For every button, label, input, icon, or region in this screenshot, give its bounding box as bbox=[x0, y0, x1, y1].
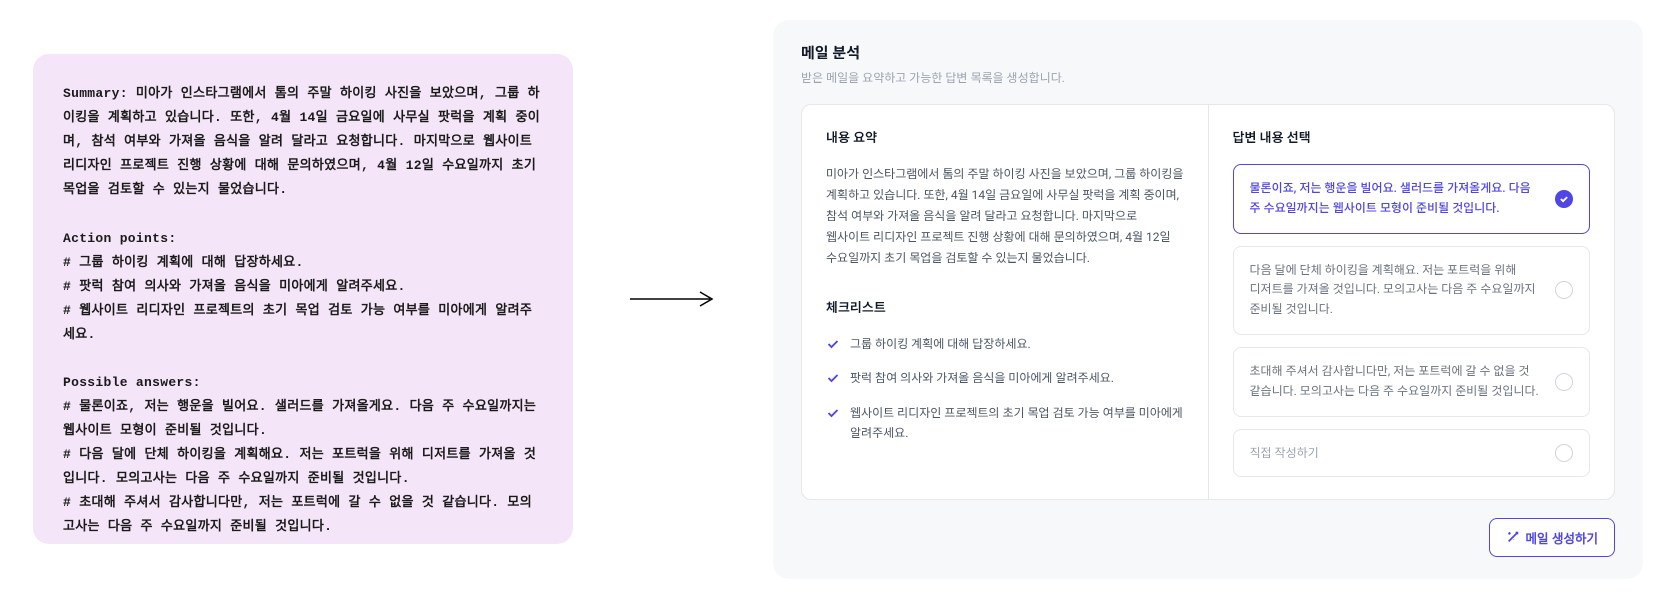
answer-text-1: 다음 달에 단체 하이킹을 계획해요. 저는 포트럭을 위해 디저트를 가져올 … bbox=[1250, 261, 1544, 320]
answer-raw-1: # 다음 달에 단체 하이킹을 계획해요. 저는 포트럭을 위해 디저트를 가져… bbox=[63, 447, 536, 486]
custom-write-label: 직접 작성하기 bbox=[1250, 444, 1319, 461]
answer-raw-2: # 초대해 주셔서 감사합니다만, 저는 포트럭에 갈 수 없을 것 같습니다.… bbox=[63, 495, 532, 534]
check-icon bbox=[826, 337, 840, 351]
generate-button-label: 메일 생성하기 bbox=[1526, 528, 1598, 547]
answer-option-2[interactable]: 초대해 주셔서 감사합니다만, 저는 포트럭에 갈 수 없을 것 같습니다. 모… bbox=[1233, 347, 1591, 417]
panel-title: 메일 분석 bbox=[801, 42, 1615, 63]
checklist-item: 웹사이트 리디자인 프로젝트의 초기 목업 검토 가능 여부를 미아에게 알려주… bbox=[826, 403, 1184, 444]
answers-label: Possible answers: bbox=[63, 375, 201, 390]
checklist-text-0: 그룹 하이킹 계획에 대해 답장하세요. bbox=[850, 334, 1031, 354]
arrow-icon bbox=[628, 289, 718, 309]
answer-option-0[interactable]: 물론이죠, 저는 행운을 빌어요. 샐러드를 가져올게요. 다음 주 수요일까지… bbox=[1233, 164, 1591, 234]
summary-section-title: 내용 요약 bbox=[826, 127, 1184, 146]
footer: 메일 생성하기 bbox=[801, 518, 1615, 557]
answer-option-1[interactable]: 다음 달에 단체 하이킹을 계획해요. 저는 포트럭을 위해 디저트를 가져올 … bbox=[1233, 246, 1591, 335]
analysis-card: 내용 요약 미아가 인스타그램에서 톰의 주말 하이킹 사진을 보았으며, 그룹… bbox=[801, 104, 1615, 500]
checklist-text-2: 웹사이트 리디자인 프로젝트의 초기 목업 검토 가능 여부를 미아에게 알려주… bbox=[850, 403, 1184, 444]
custom-write-option[interactable]: 직접 작성하기 bbox=[1233, 429, 1591, 477]
checklist-item: 팟럭 참여 의사와 가져올 음식을 미아에게 알려주세요. bbox=[826, 368, 1184, 388]
answers-column: 답변 내용 선택 물론이죠, 저는 행운을 빌어요. 샐러드를 가져올게요. 다… bbox=[1209, 105, 1615, 499]
check-icon bbox=[826, 406, 840, 420]
check-icon bbox=[826, 371, 840, 385]
summary-label: Summary: bbox=[63, 86, 128, 101]
analysis-panel: 메일 분석 받은 메일을 요약하고 가능한 답변 목록을 생성합니다. 내용 요… bbox=[773, 20, 1643, 579]
generate-mail-button[interactable]: 메일 생성하기 bbox=[1489, 518, 1615, 557]
action-item-2: # 웹사이트 리디자인 프로젝트의 초기 목업 검토 가능 여부를 미아에게 알… bbox=[63, 303, 532, 342]
summary-body: 미아가 인스타그램에서 톰의 주말 하이킹 사진을 보았으며, 그룹 하이킹을 … bbox=[826, 164, 1184, 269]
summary-text: 미아가 인스타그램에서 톰의 주말 하이킹 사진을 보았으며, 그룹 하이킹을 … bbox=[63, 86, 544, 197]
arrow-container bbox=[613, 289, 733, 309]
radio-unchecked-icon bbox=[1555, 373, 1573, 391]
answer-raw-0: # 물론이죠, 저는 행운을 빌어요. 샐러드를 가져올게요. 다음 주 수요일… bbox=[63, 399, 544, 438]
action-item-1: # 팟럭 참여 의사와 가져올 음식을 미아에게 알려주세요. bbox=[63, 279, 406, 294]
action-item-0: # 그룹 하이킹 계획에 대해 답장하세요. bbox=[63, 255, 304, 270]
checklist: 그룹 하이킹 계획에 대해 답장하세요. 팟럭 참여 의사와 가져올 음식을 미… bbox=[826, 334, 1184, 444]
answer-text-0: 물론이죠, 저는 행운을 빌어요. 샐러드를 가져올게요. 다음 주 수요일까지… bbox=[1250, 179, 1544, 219]
checklist-section-title: 체크리스트 bbox=[826, 297, 1184, 316]
summary-column: 내용 요약 미아가 인스타그램에서 톰의 주말 하이킹 사진을 보았으며, 그룹… bbox=[802, 105, 1209, 499]
action-label: Action points: bbox=[63, 231, 176, 246]
answer-text-2: 초대해 주셔서 감사합니다만, 저는 포트럭에 갈 수 없을 것 같습니다. 모… bbox=[1250, 362, 1544, 402]
radio-unchecked-icon bbox=[1555, 444, 1573, 462]
radio-unchecked-icon bbox=[1555, 281, 1573, 299]
panel-subtitle: 받은 메일을 요약하고 가능한 답변 목록을 생성합니다. bbox=[801, 69, 1615, 86]
checklist-item: 그룹 하이킹 계획에 대해 답장하세요. bbox=[826, 334, 1184, 354]
checklist-text-1: 팟럭 참여 의사와 가져올 음식을 미아에게 알려주세요. bbox=[850, 368, 1114, 388]
answers-section-title: 답변 내용 선택 bbox=[1233, 127, 1591, 146]
raw-text-block: Summary: 미아가 인스타그램에서 톰의 주말 하이킹 사진을 보았으며,… bbox=[63, 82, 543, 539]
raw-output-panel: Summary: 미아가 인스타그램에서 톰의 주말 하이킹 사진을 보았으며,… bbox=[33, 54, 573, 544]
radio-checked-icon bbox=[1555, 190, 1573, 208]
magic-wand-icon bbox=[1506, 530, 1520, 544]
